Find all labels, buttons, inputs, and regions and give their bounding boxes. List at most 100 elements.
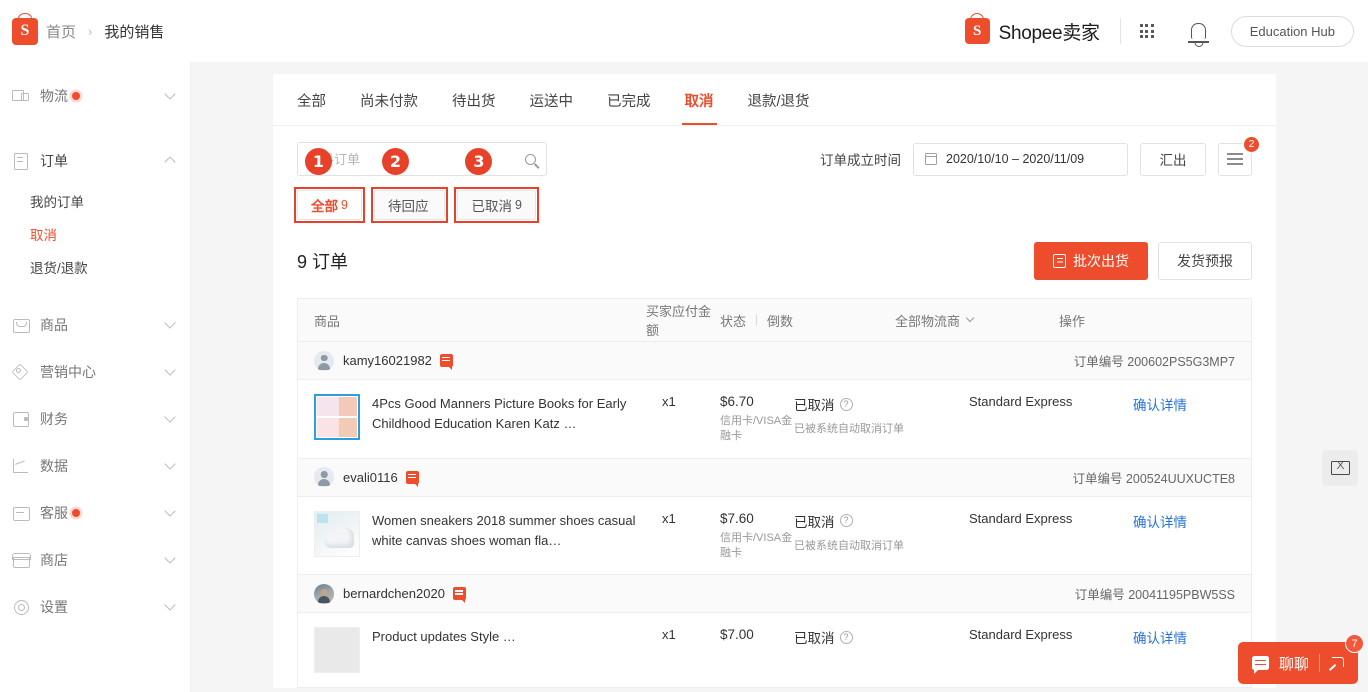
notification-button[interactable] bbox=[1173, 0, 1225, 62]
apps-grid-button[interactable] bbox=[1121, 0, 1173, 62]
product-name[interactable]: 4Pcs Good Manners Picture Books for Earl… bbox=[372, 394, 662, 434]
payment-method: 信用卡/VISA金融卡 bbox=[720, 531, 794, 561]
orders-header-actions: 批次出货 发货预报 bbox=[1034, 242, 1252, 280]
date-range-picker[interactable]: 2020/10/10 – 2020/11/09 bbox=[913, 143, 1128, 176]
sidebar-item-finance[interactable]: 财务 bbox=[0, 395, 190, 442]
seller-brand[interactable]: S Shopee卖家 bbox=[965, 18, 1120, 45]
column-header-carrier-filter[interactable]: 全部物流商 bbox=[895, 311, 1059, 330]
order-row-body: Women sneakers 2018 summer shoes casual … bbox=[298, 497, 1251, 575]
tab-unpaid[interactable]: 尚未付款 bbox=[360, 90, 418, 125]
buyer-username[interactable]: kamy16021982 bbox=[343, 353, 432, 368]
chat-icon[interactable] bbox=[406, 471, 419, 484]
chevron-down-icon bbox=[164, 505, 175, 516]
calendar-icon bbox=[925, 153, 937, 165]
avatar bbox=[314, 584, 334, 604]
sidebar-item-customer-service[interactable]: 客服 bbox=[0, 489, 190, 536]
help-icon[interactable]: ? bbox=[840, 631, 853, 644]
product-name[interactable]: Women sneakers 2018 summer shoes casual … bbox=[372, 511, 662, 551]
chevron-down-icon bbox=[164, 411, 175, 422]
chat-widget-label: 聊聊 bbox=[1279, 653, 1309, 674]
sidebar-label-settings: 设置 bbox=[40, 597, 68, 617]
status-badge: 已取消 ? bbox=[794, 511, 969, 531]
sidebar-item-data[interactable]: 数据 bbox=[0, 442, 190, 489]
confirm-details-link[interactable]: 确认详情 bbox=[1133, 398, 1187, 413]
chevron-down-icon bbox=[164, 317, 175, 328]
chat-widget-button[interactable]: 聊聊 7 bbox=[1238, 642, 1358, 684]
buyer-username[interactable]: bernardchen2020 bbox=[343, 586, 445, 601]
export-button[interactable]: 汇出 bbox=[1140, 143, 1206, 176]
chip-pending-response[interactable]: 待回应 bbox=[374, 190, 446, 220]
breadcrumb-home[interactable]: 首页 bbox=[46, 21, 76, 42]
seller-brand-label: Shopee卖家 bbox=[999, 18, 1100, 45]
chip-pending-response-label: 待回应 bbox=[388, 195, 429, 215]
annotation-number-2: 2 bbox=[382, 148, 409, 175]
tab-completed[interactable]: 已完成 bbox=[607, 90, 651, 125]
product-quantity: x1 bbox=[662, 394, 720, 409]
confirm-details-link[interactable]: 确认详情 bbox=[1133, 515, 1187, 530]
top-header-bar: S 首页 › 我的销售 S Shopee卖家 Education Hub bbox=[0, 0, 1368, 62]
batch-ship-button[interactable]: 批次出货 bbox=[1034, 242, 1148, 280]
breadcrumb: S 首页 › 我的销售 bbox=[0, 18, 164, 45]
sidebar-subitem-my-orders[interactable]: 我的订单 bbox=[0, 184, 190, 217]
column-header-countdown: 倒数 bbox=[767, 311, 793, 330]
sidebar-item-logistics[interactable]: 物流 bbox=[0, 72, 190, 119]
sidebar-spacer bbox=[0, 283, 190, 301]
sidebar-item-products[interactable]: 商品 bbox=[0, 301, 190, 348]
sidebar-group-products: 商品 bbox=[0, 301, 190, 348]
help-icon[interactable]: ? bbox=[840, 514, 853, 527]
confirm-details-link[interactable]: 确认详情 bbox=[1133, 631, 1187, 646]
chip-all[interactable]: 全部 9 bbox=[297, 190, 362, 220]
avatar bbox=[314, 467, 334, 487]
shipping-forecast-button[interactable]: 发货预报 bbox=[1158, 242, 1252, 280]
mail-float-button[interactable] bbox=[1322, 450, 1358, 486]
product-thumbnail[interactable] bbox=[314, 627, 360, 673]
chat-icon[interactable] bbox=[440, 354, 453, 367]
product-thumbnail[interactable] bbox=[314, 511, 360, 557]
search-input[interactable] bbox=[308, 152, 525, 167]
product-thumbnail[interactable] bbox=[314, 394, 360, 440]
tab-shipping[interactable]: 运送中 bbox=[530, 90, 574, 125]
table-row: kamy16021982 订单编号 200602PS5G3MP7 4Pcs Go… bbox=[297, 342, 1252, 459]
chip-cancelled-count: 9 bbox=[515, 198, 522, 212]
sidebar-item-orders[interactable]: 订单 bbox=[0, 137, 190, 184]
chat-unread-badge: 7 bbox=[1345, 634, 1364, 653]
orders-header: 9 订单 批次出货 发货预报 bbox=[273, 220, 1276, 298]
tab-to-ship[interactable]: 待出货 bbox=[452, 90, 496, 125]
sidebar-label-shop: 商店 bbox=[40, 550, 68, 570]
order-amount-cell: $6.70 信用卡/VISA金融卡 bbox=[720, 394, 794, 444]
date-range-value: 2020/10/10 – 2020/11/09 bbox=[946, 152, 1084, 166]
order-amount: $6.70 bbox=[720, 394, 794, 409]
search-icon[interactable] bbox=[525, 154, 536, 165]
sidebar-subitem-cancelled[interactable]: 取消 bbox=[0, 217, 190, 250]
buyer-username[interactable]: evali0116 bbox=[343, 470, 398, 485]
product-name[interactable]: Product updates Style … bbox=[372, 627, 662, 647]
sidebar-label-logistics: 物流 bbox=[40, 86, 68, 106]
sidebar-item-settings[interactable]: 设置 bbox=[0, 583, 190, 630]
order-amount: $7.00 bbox=[720, 627, 794, 642]
sidebar-subitem-returns-refunds[interactable]: 退货/退款 bbox=[0, 250, 190, 283]
shipment-icon bbox=[1053, 254, 1066, 268]
order-action-cell: 确认详情 bbox=[1133, 511, 1235, 532]
shop-icon bbox=[12, 551, 29, 568]
breadcrumb-separator-icon: › bbox=[88, 24, 92, 39]
tab-refund-return[interactable]: 退款/退货 bbox=[748, 90, 810, 125]
date-filter-label: 订单成立时间 bbox=[820, 149, 901, 169]
expand-icon[interactable] bbox=[1330, 657, 1344, 670]
education-hub-button[interactable]: Education Hub bbox=[1231, 16, 1354, 47]
chip-all-label: 全部 bbox=[311, 195, 338, 215]
tab-cancelled[interactable]: 取消 bbox=[685, 90, 714, 125]
table-row: evali0116 订单编号 200524UUXUCTE8 Women snea… bbox=[297, 459, 1252, 576]
chip-cancelled[interactable]: 已取消 9 bbox=[457, 190, 535, 220]
sidebar-item-shop[interactable]: 商店 bbox=[0, 536, 190, 583]
help-icon[interactable]: ? bbox=[840, 398, 853, 411]
status-note: 已被系统自动取消订单 bbox=[794, 420, 969, 436]
batch-ship-label: 批次出货 bbox=[1073, 251, 1129, 271]
status-note: 已被系统自动取消订单 bbox=[794, 537, 969, 553]
chat-icon[interactable] bbox=[453, 587, 466, 600]
order-status-tabs: 全部 尚未付款 待出货 运送中 已完成 取消 退款/退货 bbox=[273, 74, 1276, 126]
order-number: 订单编号 200602PS5G3MP7 bbox=[1074, 351, 1235, 370]
export-history-button[interactable]: 2 bbox=[1218, 143, 1252, 176]
search-order-box[interactable] bbox=[297, 142, 547, 176]
sidebar-item-marketing[interactable]: 营销中心 bbox=[0, 348, 190, 395]
tab-all[interactable]: 全部 bbox=[297, 90, 326, 125]
